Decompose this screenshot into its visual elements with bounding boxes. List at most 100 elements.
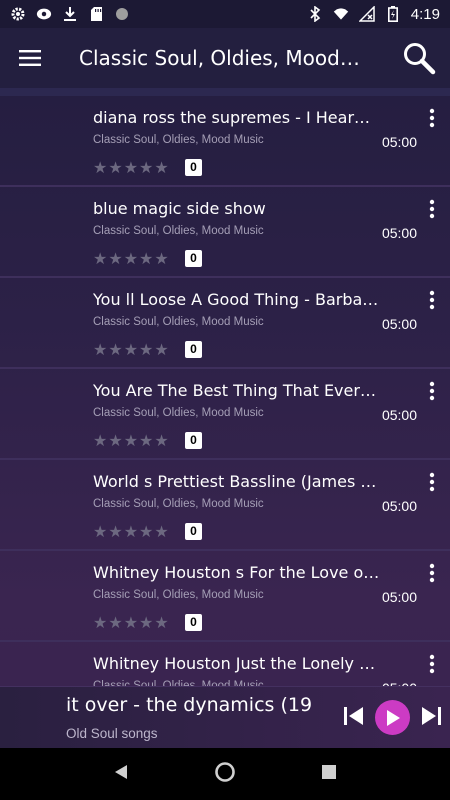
star-icon: ★: [139, 613, 154, 632]
track-title: World s Prettiest Bassline (James …: [93, 472, 377, 491]
now-playing-title: it over - the dynamics (19: [66, 694, 313, 716]
download-icon: [62, 6, 78, 22]
star-icon: ★: [139, 431, 154, 450]
more-options-icon[interactable]: [428, 199, 436, 219]
recents-icon[interactable]: [321, 764, 337, 784]
more-options-icon[interactable]: [428, 654, 436, 674]
play-icon: [386, 709, 400, 726]
app-bar-divider: [0, 88, 450, 96]
bluetooth-icon: [307, 6, 323, 22]
count-badge: 0: [185, 523, 202, 540]
star-icon: ★: [154, 340, 169, 359]
more-options-icon[interactable]: [428, 290, 436, 310]
star-icon: ★: [154, 613, 169, 632]
star-icon: ★: [139, 522, 154, 541]
track-title: diana ross the supremes - I Hear…: [93, 108, 371, 127]
more-options-icon[interactable]: [428, 108, 436, 128]
track-subtitle: Classic Soul, Oldies, Mood Music: [93, 589, 264, 601]
star-icon: ★: [123, 158, 139, 177]
dot-icon: [114, 6, 130, 22]
star-icon: ★: [108, 613, 123, 632]
page-title: Classic Soul, Oldies, Mood…: [79, 46, 360, 70]
record-icon: [36, 6, 52, 22]
app-screen: 4:19 Classic Soul, Oldies, Mood… diana r…: [0, 0, 450, 800]
count-badge: 0: [185, 432, 202, 449]
star-icon: ★: [123, 522, 139, 541]
star-icon: ★: [93, 340, 108, 359]
more-options-icon[interactable]: [428, 563, 436, 583]
track-row[interactable]: You ll Loose A Good Thing - Barba… Class…: [0, 278, 450, 369]
battery-charging-icon: [385, 6, 401, 22]
skip-previous-icon[interactable]: [341, 703, 367, 729]
star-icon: ★: [108, 522, 123, 541]
track-list: diana ross the supremes - I Hear… Classi…: [0, 96, 450, 733]
star-icon: ★: [93, 431, 108, 450]
hamburger-menu-icon[interactable]: [0, 28, 60, 88]
settings-icon: [10, 6, 26, 22]
count-badge: 0: [185, 614, 202, 631]
track-duration: 05:00: [381, 589, 417, 605]
track-duration: 05:00: [381, 134, 417, 150]
count-badge: 0: [185, 341, 202, 358]
track-duration: 05:00: [381, 498, 417, 514]
star-icon: ★: [93, 522, 108, 541]
wifi-icon: [333, 6, 349, 22]
count-badge: 0: [185, 250, 202, 267]
home-icon[interactable]: [214, 761, 236, 787]
track-subtitle: Classic Soul, Oldies, Mood Music: [93, 498, 264, 510]
star-rating[interactable]: ★★★★★: [93, 524, 169, 540]
star-icon: ★: [93, 158, 108, 177]
track-row[interactable]: diana ross the supremes - I Hear… Classi…: [0, 96, 450, 187]
now-playing-bar[interactable]: it over - the dynamics (19 Old Soul song…: [0, 686, 450, 748]
star-icon: ★: [108, 431, 123, 450]
star-rating[interactable]: ★★★★★: [93, 433, 169, 449]
back-icon[interactable]: [113, 764, 129, 784]
no-signal-icon: [358, 6, 375, 22]
app-bar: Classic Soul, Oldies, Mood…: [0, 28, 450, 88]
status-time: 4:19: [410, 5, 440, 23]
more-options-icon[interactable]: [428, 472, 436, 492]
star-rating[interactable]: ★★★★★: [93, 342, 169, 358]
star-rating[interactable]: ★★★★★: [93, 615, 169, 631]
play-button[interactable]: [375, 700, 410, 735]
track-row[interactable]: World s Prettiest Bassline (James … Clas…: [0, 460, 450, 551]
count-badge: 0: [185, 159, 202, 176]
skip-next-icon[interactable]: [418, 703, 444, 729]
track-duration: 05:00: [381, 407, 417, 423]
track-row[interactable]: You Are The Best Thing That Ever … Class…: [0, 369, 450, 460]
star-icon: ★: [139, 158, 154, 177]
star-icon: ★: [154, 431, 169, 450]
status-bar: 4:19: [0, 0, 450, 28]
star-icon: ★: [108, 340, 123, 359]
now-playing-subtitle: Old Soul songs: [66, 726, 158, 741]
star-icon: ★: [154, 522, 169, 541]
star-icon: ★: [139, 340, 154, 359]
sd-card-icon: [88, 6, 104, 22]
track-title: Whitney Houston Just the Lonely T…: [93, 654, 380, 673]
star-icon: ★: [123, 340, 139, 359]
track-title: Whitney Houston s For the Love o…: [93, 563, 380, 582]
star-icon: ★: [123, 613, 139, 632]
star-icon: ★: [93, 249, 108, 268]
star-icon: ★: [108, 158, 123, 177]
star-icon: ★: [154, 158, 169, 177]
star-rating[interactable]: ★★★★★: [93, 160, 169, 176]
star-icon: ★: [108, 249, 123, 268]
track-row[interactable]: blue magic side show Classic Soul, Oldie…: [0, 187, 450, 278]
track-title: blue magic side show: [93, 199, 266, 218]
search-icon[interactable]: [402, 41, 436, 75]
track-subtitle: Classic Soul, Oldies, Mood Music: [93, 407, 264, 419]
star-rating[interactable]: ★★★★★: [93, 251, 169, 267]
track-subtitle: Classic Soul, Oldies, Mood Music: [93, 134, 264, 146]
more-options-icon[interactable]: [428, 381, 436, 401]
track-row[interactable]: Whitney Houston s For the Love o… Classi…: [0, 551, 450, 642]
star-icon: ★: [123, 249, 139, 268]
star-icon: ★: [139, 249, 154, 268]
system-nav-bar: [0, 748, 450, 800]
track-duration: 05:00: [381, 316, 417, 332]
track-subtitle: Classic Soul, Oldies, Mood Music: [93, 316, 264, 328]
track-title: You ll Loose A Good Thing - Barba…: [93, 290, 379, 309]
track-title: You Are The Best Thing That Ever …: [93, 381, 380, 400]
star-icon: ★: [123, 431, 139, 450]
track-duration: 05:00: [381, 225, 417, 241]
